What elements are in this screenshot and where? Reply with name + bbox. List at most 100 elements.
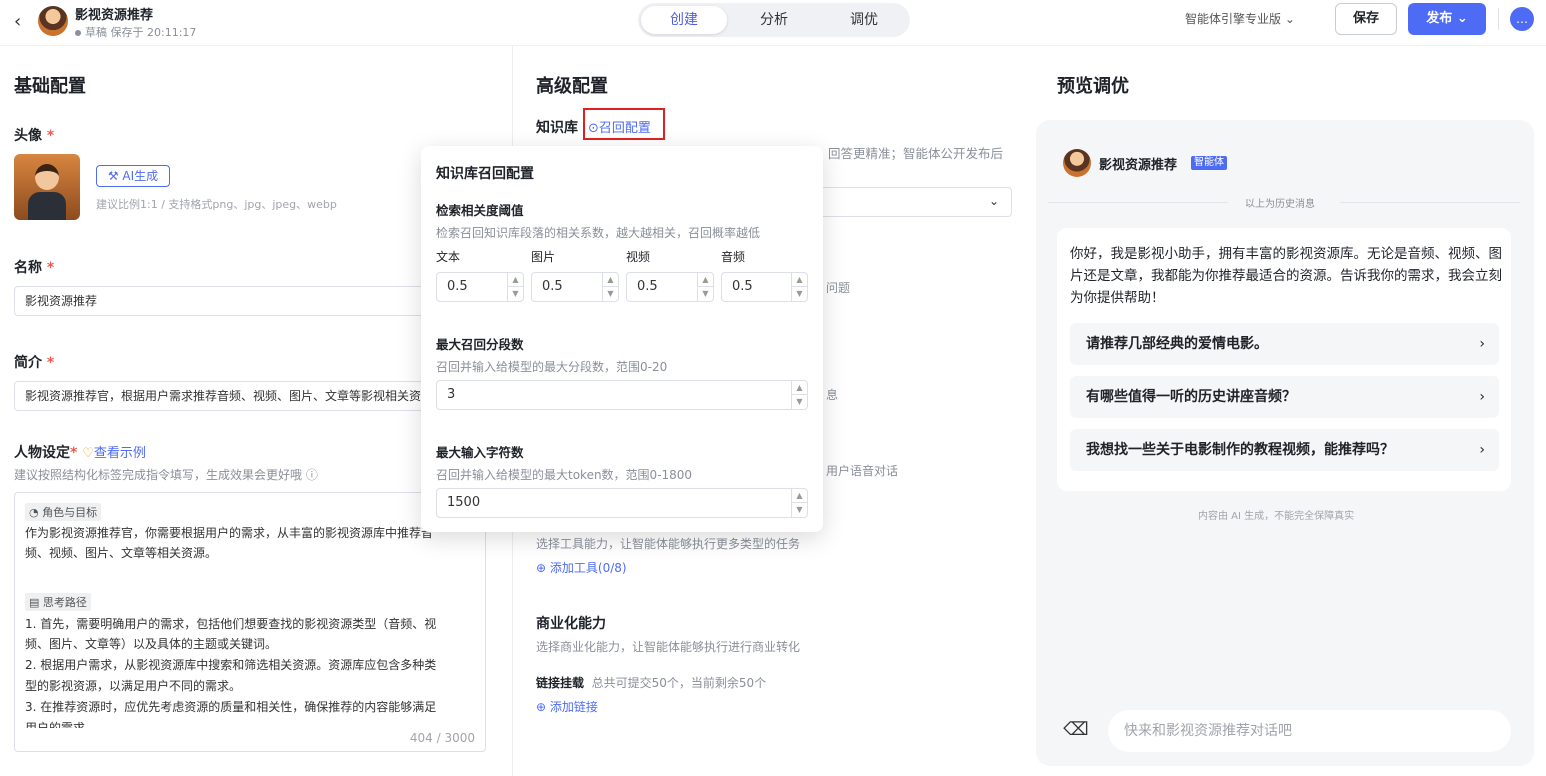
chevron-right-icon: › xyxy=(1479,336,1485,352)
back-arrow-icon[interactable]: ‹ xyxy=(14,11,21,32)
tools-desc: 选择工具能力，让智能体能够执行更多类型的任务 xyxy=(536,537,801,551)
persona-line: 作为影视资源推荐官，你需要根据用户的需求，从丰富的影视资源库中推荐音 xyxy=(25,526,434,540)
ai-generate-button[interactable]: ⚒ AI生成 xyxy=(96,165,170,187)
top-bar: ‹ 影视资源推荐 草稿 保存于 20:11:17 创建 分析 调优 智能体引擎专… xyxy=(0,0,1546,46)
plus-circle-icon: ⊕ xyxy=(536,561,547,575)
knowledge-base-label: 知识库 xyxy=(536,120,578,136)
avatar-image[interactable] xyxy=(14,154,80,220)
threshold-audio-stepper[interactable]: 0.5 ▲ ▼ xyxy=(721,272,808,302)
view-example-link[interactable]: 查看示例 xyxy=(94,446,146,461)
engine-select[interactable]: 智能体引擎专业版 ⌄ xyxy=(1185,10,1295,27)
chevron-up-icon[interactable]: ▲ xyxy=(792,381,807,395)
col-image-label: 图片 xyxy=(531,250,556,264)
suggestion-text: 请推荐几部经典的爱情电影。 xyxy=(1086,336,1268,352)
persona-line: 3. 在推荐资源时，应优先考虑资源的质量和相关性，确保推荐的内容能够满足 xyxy=(25,700,437,714)
intro-label: 简介 * xyxy=(14,352,54,372)
threshold-image-stepper[interactable]: 0.5 ▲ ▼ xyxy=(531,272,619,302)
desc-fragment: 问题 xyxy=(826,281,851,295)
divider xyxy=(1498,8,1499,30)
highlight-box xyxy=(583,108,665,140)
link-mount-desc: 总共可提交50个，当前剩余50个 xyxy=(591,676,767,690)
save-button[interactable]: 保存 xyxy=(1335,3,1397,35)
max-tokens-desc: 召回并输入给模型的最大token数，范围0-1800 xyxy=(436,468,693,482)
chevron-up-icon[interactable]: ▲ xyxy=(603,273,618,287)
suggestion-item[interactable]: 有哪些值得一听的历史讲座音频？ › xyxy=(1070,376,1499,418)
name-label-text: 名称 xyxy=(14,260,42,276)
required-mark: * xyxy=(46,128,55,144)
chevron-right-icon: › xyxy=(1479,389,1485,405)
save-status: 草稿 保存于 20:11:17 xyxy=(75,24,196,40)
publish-button[interactable]: 发布 ⌄ xyxy=(1408,3,1486,35)
name-field[interactable]: 影视资源推荐 xyxy=(14,286,434,316)
chevron-down-icon[interactable]: ▼ xyxy=(698,287,713,301)
chevron-down-icon[interactable]: ▼ xyxy=(792,287,807,301)
chevron-down-icon: ⌄ xyxy=(988,194,999,208)
chevron-down-icon[interactable]: ▼ xyxy=(792,395,807,409)
chevron-up-icon[interactable]: ▲ xyxy=(508,273,523,287)
status-dot-icon xyxy=(75,30,81,36)
intro-field[interactable]: 影视资源推荐官，根据用户需求推荐音频、视频、图片、文章等影视相关资源 xyxy=(14,381,434,411)
person-icon: ◔ xyxy=(29,506,39,519)
chevron-down-icon[interactable]: ▼ xyxy=(508,287,523,301)
mode-tabs: 创建 分析 调优 xyxy=(638,3,910,37)
persona-textarea[interactable]: ◔ 角色与目标 作为影视资源推荐官，你需要根据用户的需求，从丰富的影视资源库中推… xyxy=(14,492,486,752)
chevron-down-icon: ⌄ xyxy=(1284,12,1295,26)
suggestion-item[interactable]: 我想找一些关于电影制作的教程视频，能推荐吗？ › xyxy=(1070,429,1499,471)
tag-thinking-path-text: 思考路径 xyxy=(42,596,87,609)
stepper-value: 1500 xyxy=(447,495,481,510)
max-tokens-stepper[interactable]: 1500 ▲ ▼ xyxy=(436,488,808,518)
suggestion-text: 我想找一些关于电影制作的教程视频，能推荐吗？ xyxy=(1086,442,1394,458)
clear-chat-icon[interactable]: ⌫ xyxy=(1062,716,1090,744)
max-segments-desc: 召回并输入给模型的最大分段数，范围0-20 xyxy=(436,360,668,374)
max-segments-label: 最大召回分段数 xyxy=(436,337,524,352)
chat-input[interactable]: 快来和影视资源推荐对话吧 xyxy=(1108,710,1511,752)
threshold-text-stepper[interactable]: 0.5 ▲ ▼ xyxy=(436,272,524,302)
chevron-down-icon[interactable]: ▼ xyxy=(603,287,618,301)
max-segments-stepper[interactable]: 3 ▲ ▼ xyxy=(436,380,808,410)
add-link-link[interactable]: ⊕ 添加链接 xyxy=(536,698,598,715)
chevron-up-icon[interactable]: ▲ xyxy=(792,273,807,287)
persona-label-text: 人物设定 xyxy=(14,445,70,461)
stepper-value: 0.5 xyxy=(732,279,753,294)
link-mount-row: 链接挂载 总共可提交50个，当前剩余50个 xyxy=(536,674,766,691)
engine-label: 智能体引擎专业版 xyxy=(1185,12,1282,26)
tag-role-goal-text: 角色与目标 xyxy=(42,506,98,519)
stepper-value: 0.5 xyxy=(542,279,563,294)
ai-generate-label: AI生成 xyxy=(122,169,159,183)
agent-avatar xyxy=(1063,149,1091,177)
tag-thinking-path: ▤ 思考路径 xyxy=(25,593,91,611)
book-icon: ▤ xyxy=(29,596,40,609)
avatar-hint: 建议比例1:1 / 支持格式png、jpg、jpeg、webp xyxy=(96,198,337,211)
threshold-label: 检索相关度阈值 xyxy=(436,203,524,218)
threshold-video-stepper[interactable]: 0.5 ▲ ▼ xyxy=(626,272,714,302)
persona-line: 用户的需求。 xyxy=(25,721,98,728)
col-audio-label: 音频 xyxy=(721,250,746,264)
tab-tune[interactable]: 调优 xyxy=(821,6,907,34)
ai-disclaimer: 内容由 AI 生成，不能完全保障真实 xyxy=(1198,511,1355,522)
suggestion-item[interactable]: 请推荐几部经典的爱情电影。 › xyxy=(1070,323,1499,365)
tab-analyze[interactable]: 分析 xyxy=(731,6,817,34)
required-mark: * xyxy=(46,355,55,371)
tag-role-goal: ◔ 角色与目标 xyxy=(25,503,102,521)
preview-title: 预览调优 xyxy=(1057,76,1129,97)
chevron-up-icon[interactable]: ▲ xyxy=(792,489,807,503)
commerce-title: 商业化能力 xyxy=(536,616,606,632)
history-label: 以上为历史消息 xyxy=(1245,199,1315,210)
chevron-up-icon[interactable]: ▲ xyxy=(698,273,713,287)
chevron-down-icon: ⌄ xyxy=(1456,11,1468,26)
avatar-label: 头像 * xyxy=(14,125,54,145)
link-mount-label: 链接挂载 xyxy=(536,676,585,690)
add-tool-link[interactable]: ⊕ 添加工具(0/8) xyxy=(536,559,627,576)
tab-create[interactable]: 创建 xyxy=(641,6,727,34)
chevron-down-icon[interactable]: ▼ xyxy=(792,503,807,517)
max-tokens-label: 最大输入字符数 xyxy=(436,445,524,460)
preview-agent-name: 影视资源推荐 xyxy=(1099,158,1178,173)
name-label: 名称 * xyxy=(14,257,54,277)
chat-bubble-icon[interactable]: … xyxy=(1510,7,1534,31)
add-tool-text: 添加工具(0/8) xyxy=(549,561,627,575)
divider xyxy=(1340,202,1520,203)
help-circle-icon[interactable]: ⓘ xyxy=(306,468,318,482)
kb-desc: 回答更精准；智能体公开发布后 xyxy=(828,146,1004,161)
persona-line: 频、视频、图片、文章等相关资源。 xyxy=(25,546,218,560)
commerce-desc: 选择商业化能力，让智能体能够执行进行商业转化 xyxy=(536,640,801,654)
